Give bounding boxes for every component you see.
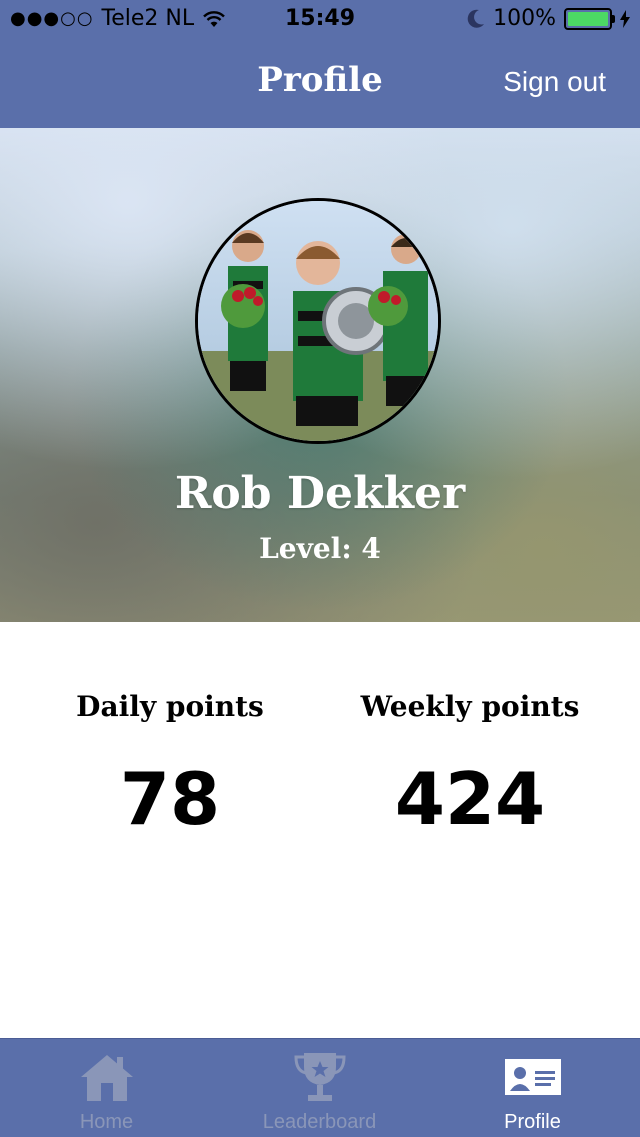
avatar[interactable] [195,198,441,444]
nav-bar: Profile Sign out [0,40,640,128]
moon-icon [467,9,485,28]
tab-bar: Home Leaderboard Profile [0,1038,640,1137]
tab-leaderboard[interactable]: Leaderboard [213,1039,426,1137]
status-bar: ●●●○○ Tele2 NL 15:49 100% [0,0,640,40]
tab-home-label: Home [79,1111,134,1133]
tab-profile[interactable]: Profile [426,1039,639,1137]
profile-header: Rob Dekker Level: 4 [0,128,640,622]
charging-bolt-icon [620,9,630,28]
sign-out-button[interactable]: Sign out [503,66,606,98]
weekly-points-value: 424 [394,757,546,841]
daily-points-value: 78 [119,757,221,841]
profile-level: Level: 4 [259,532,381,565]
home-icon [80,1055,133,1101]
battery-percent: 100% [493,6,556,31]
tab-leaderboard-label: Leaderboard [262,1111,377,1133]
status-right: 100% [467,6,630,31]
battery-icon [564,7,615,30]
tab-home[interactable]: Home [0,1039,213,1137]
weekly-points-stat: Weekly points 424 [320,690,620,841]
profile-name: Rob Dekker [174,468,466,519]
tab-profile-label: Profile [504,1111,561,1133]
trophy-icon [293,1053,346,1101]
daily-points-stat: Daily points 78 [20,690,320,841]
daily-points-label: Daily points [76,690,264,723]
profile-card-icon [504,1059,561,1095]
weekly-points-label: Weekly points [360,690,580,723]
avatar-photo [198,201,438,441]
